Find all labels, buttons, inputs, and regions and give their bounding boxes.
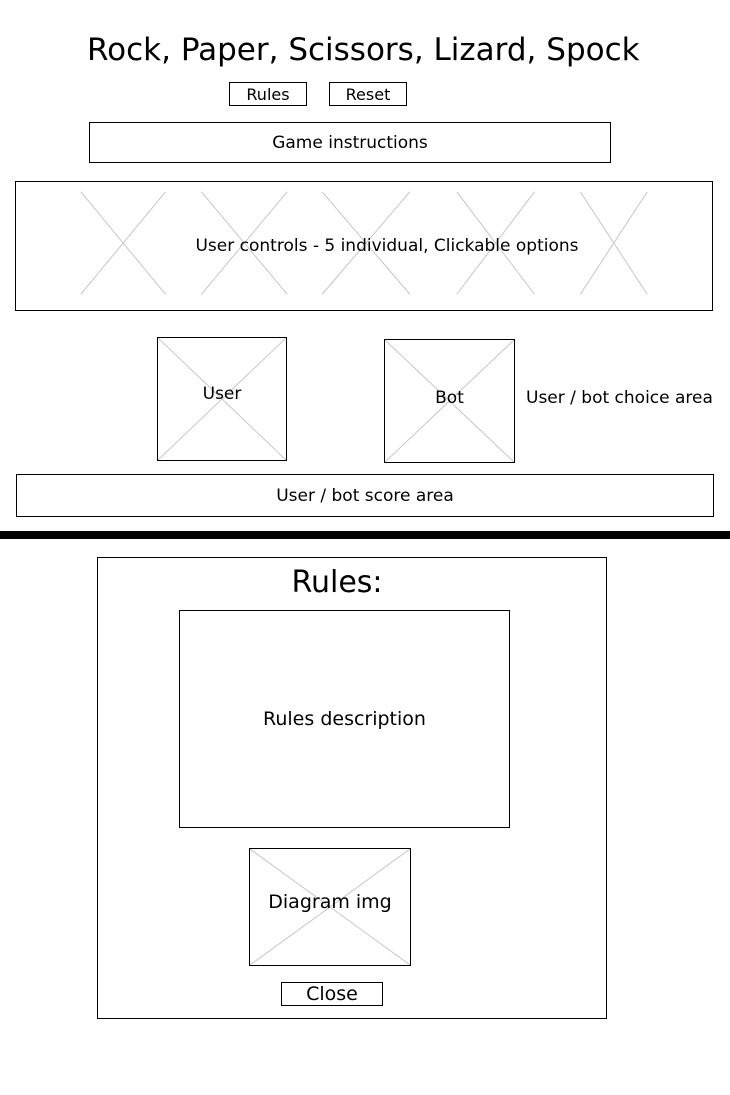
bot-choice-label: Bot: [435, 387, 464, 408]
diagram-image-label: Diagram img: [268, 891, 392, 913]
rules-diagram-image: Diagram img: [249, 848, 411, 966]
rules-button[interactable]: Rules: [229, 82, 307, 106]
close-button[interactable]: Close: [281, 982, 383, 1006]
user-choice-label: User: [202, 384, 242, 404]
reset-button[interactable]: Reset: [329, 82, 407, 106]
bot-choice-box: Bot: [384, 339, 515, 463]
rules-description-area: Rules description: [179, 610, 510, 828]
score-area: User / bot score area: [16, 474, 714, 517]
section-divider: [0, 531, 730, 539]
rules-modal-title: Rules:: [291, 564, 383, 600]
choice-area-caption: User / bot choice area: [526, 388, 713, 408]
game-title: Rock, Paper, Scissors, Lizard, Spock: [87, 32, 640, 68]
user-controls-label: User controls - 5 individual, Clickable …: [195, 236, 579, 256]
user-controls-area: User controls - 5 individual, Clickable …: [15, 181, 713, 311]
game-instructions-area: Game instructions: [89, 122, 611, 163]
user-choice-box: User: [157, 337, 287, 461]
